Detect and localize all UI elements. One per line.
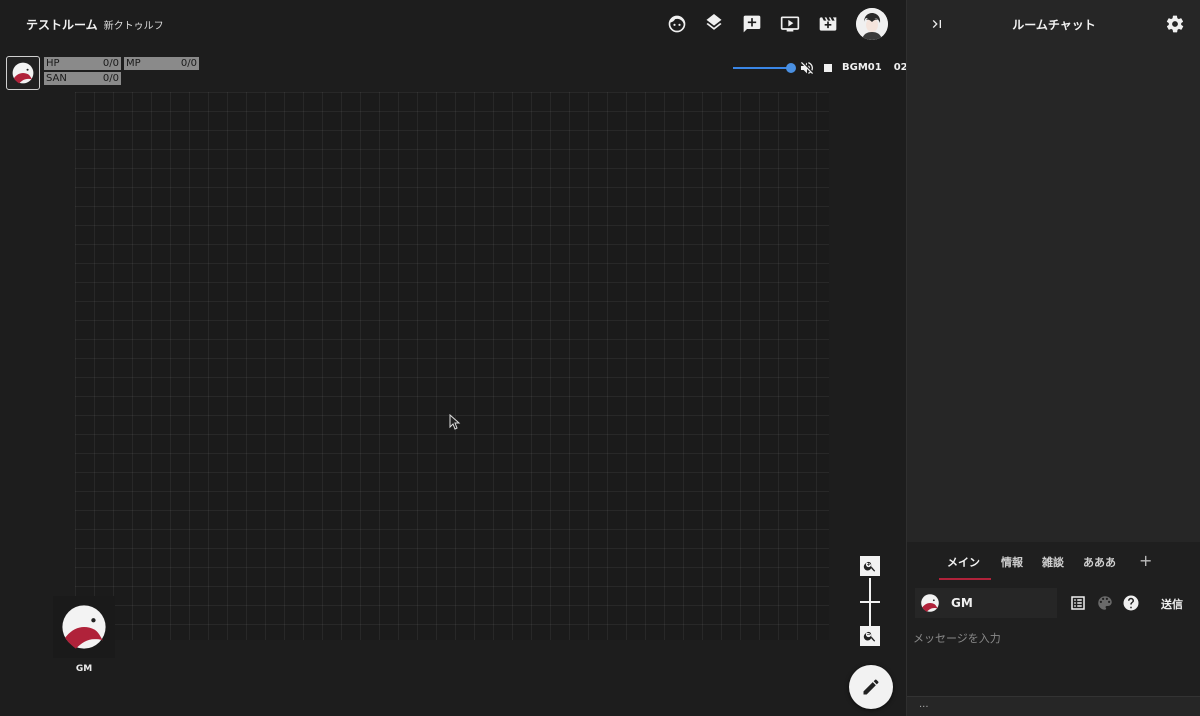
gm-token-label: GM <box>75 664 93 674</box>
gm-token[interactable]: GM <box>53 596 115 676</box>
active-tab-indicator <box>939 578 991 580</box>
bird-logo-icon <box>62 605 106 649</box>
room-title: テストルーム 新クトゥルフ <box>26 16 164 33</box>
edit-fab-button[interactable] <box>849 665 893 709</box>
hp-bar: HP 0/0 <box>44 57 121 70</box>
volume-slider-track[interactable] <box>733 67 791 69</box>
palette-icon[interactable] <box>1096 594 1114 612</box>
room-name: テストルーム <box>26 18 98 32</box>
san-bar: SAN 0/0 <box>44 72 121 85</box>
send-button[interactable]: 送信 <box>1161 596 1183 612</box>
zoom-out-icon <box>863 631 876 642</box>
gear-icon[interactable] <box>1165 14 1185 34</box>
zoom-out-button[interactable] <box>860 626 880 646</box>
volume-slider-handle[interactable] <box>786 63 796 73</box>
hp-value: 0/0 <box>102 58 119 69</box>
layers-icon[interactable] <box>703 13 725 35</box>
tab-info[interactable]: 情報 <box>1001 554 1023 570</box>
chat-footer: ... <box>907 696 1200 716</box>
tab-aaa[interactable]: あああ <box>1083 554 1116 570</box>
chat-header: ルームチャット <box>907 0 1200 48</box>
face-icon[interactable] <box>666 13 688 35</box>
top-bar: テストルーム 新クトゥルフ <box>0 0 906 48</box>
character-avatar[interactable] <box>6 56 40 90</box>
chat-message-log[interactable] <box>907 48 1200 542</box>
mouse-cursor-icon <box>449 414 461 430</box>
user-avatar[interactable] <box>856 8 888 40</box>
mp-bar: MP 0/0 <box>124 57 199 70</box>
chat-input-area: メイン 情報 雑談 あああ + GM 送信 メッセージを入力 ... <box>907 542 1200 716</box>
bgm-info: BGM01 02 <box>842 62 908 73</box>
gm-token-image <box>53 596 115 658</box>
zoom-in-icon <box>863 561 876 572</box>
zoom-in-button[interactable] <box>860 556 880 576</box>
sender-row: GM 送信 <box>907 586 1200 620</box>
mute-icon[interactable] <box>799 60 815 76</box>
zoom-slider-handle[interactable] <box>860 601 880 603</box>
stop-icon[interactable] <box>824 64 832 72</box>
mp-label: MP <box>126 58 141 69</box>
list-icon[interactable] <box>1069 594 1087 612</box>
bgm-controls: BGM01 02 <box>733 60 908 76</box>
room-subtitle: 新クトゥルフ <box>103 21 164 32</box>
typing-indicator: ... <box>919 699 929 710</box>
pencil-icon <box>863 679 879 695</box>
chat-title: ルームチャット <box>1012 18 1096 32</box>
chat-tabs: メイン 情報 雑談 あああ + <box>907 542 1200 582</box>
tab-chatter[interactable]: 雑談 <box>1042 554 1064 570</box>
sender-select[interactable]: GM <box>915 588 1057 618</box>
scene-icon[interactable] <box>817 13 839 35</box>
tab-main[interactable]: メイン <box>947 554 980 570</box>
add-tab-button[interactable]: + <box>1139 551 1152 570</box>
mp-value: 0/0 <box>180 58 197 69</box>
san-label: SAN <box>46 73 67 84</box>
map-grid-board[interactable] <box>75 92 829 640</box>
bird-logo-icon <box>12 62 34 84</box>
sender-avatar <box>919 592 941 614</box>
room-chat-panel: ルームチャット メイン 情報 雑談 あああ + GM 送信 メッセージを入力 .… <box>906 0 1200 716</box>
bgm-name: BGM01 <box>842 62 882 73</box>
san-value: 0/0 <box>102 73 119 84</box>
app-root: テストルーム 新クトゥルフ HP 0/0 MP 0/0 SAN 0/0 BGM0… <box>0 0 1200 716</box>
message-input[interactable] <box>907 626 1200 692</box>
hp-label: HP <box>46 58 60 69</box>
main-area: テストルーム 新クトゥルフ HP 0/0 MP 0/0 SAN 0/0 BGM0… <box>0 0 908 716</box>
add-comment-icon[interactable] <box>741 13 763 35</box>
help-icon[interactable] <box>1122 594 1140 612</box>
sender-name: GM <box>951 596 973 610</box>
bird-logo-icon <box>921 594 939 612</box>
screen-icon[interactable] <box>779 13 801 35</box>
